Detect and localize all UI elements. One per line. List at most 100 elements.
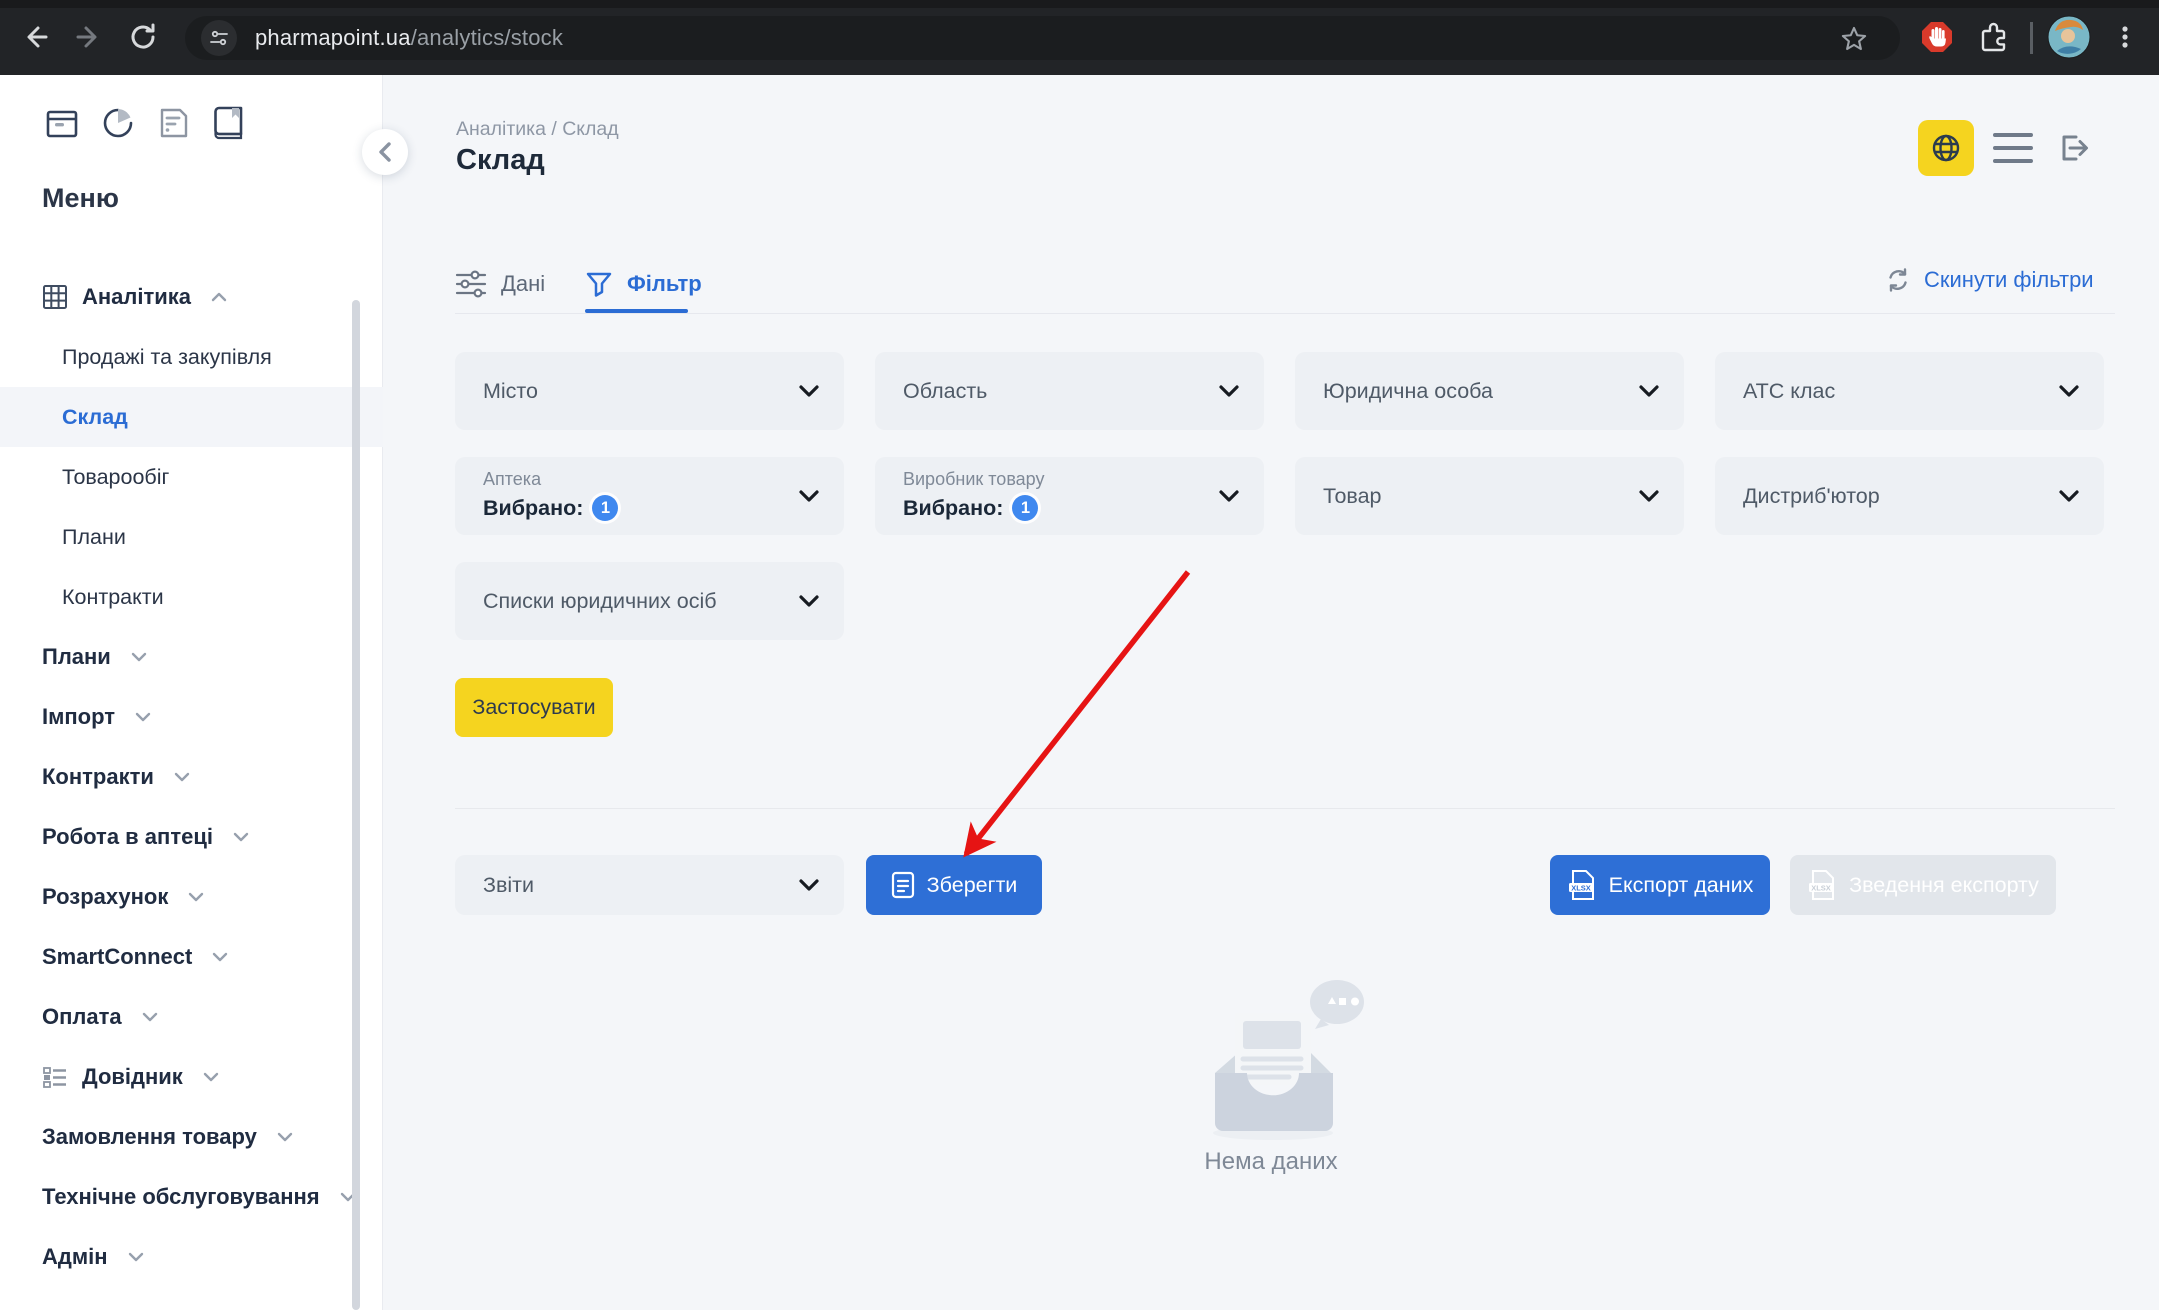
selected-count-badge: 1 [592,495,618,521]
empty-state-message: Нема даних [1151,1148,1391,1176]
browser-menu-kebab-icon[interactable] [2102,14,2148,60]
logout-icon[interactable] [2052,128,2092,168]
chevron-down-icon [212,952,228,962]
sidebar-group-contracts[interactable]: Контракти [0,747,383,807]
filter-dropdown-legal-entity[interactable]: Юридична особа [1295,352,1684,430]
chevron-down-icon [277,1132,293,1142]
chevron-down-icon [128,1252,144,1262]
extensions-puzzle-icon[interactable] [1970,14,2016,60]
sidebar-item-contracts-sub[interactable]: Контракти [0,567,383,627]
chevron-down-icon [1638,384,1660,398]
sidebar-item-label: Аналітика [82,284,191,310]
app-window: pharmapoint.ua/analytics/stock Меню [0,0,2159,1310]
selected-count-badge: 1 [1012,495,1038,521]
document-icon [891,871,915,899]
sidebar-item-plans-sub[interactable]: Плани [0,507,383,567]
chevron-down-icon [131,652,147,662]
export-button-label: Експорт даних [1609,873,1754,898]
sidebar-shortcut-icons [42,103,250,143]
browser-top-strip [0,0,2159,8]
filter-dropdown-region[interactable]: Область [875,352,1264,430]
archive-box-icon[interactable] [42,103,82,143]
sidebar-group-maintenance[interactable]: Технічне обслуговування [0,1167,383,1227]
chevron-down-icon [233,832,249,842]
save-button[interactable]: Зберегти [866,855,1042,915]
breadcrumb: Аналітика / Склад [456,118,619,141]
chevron-down-icon [174,772,190,782]
sidebar-group-import[interactable]: Імпорт [0,687,383,747]
filter-dropdown-legal-entity-lists[interactable]: Списки юридичних осіб [455,562,844,640]
browser-forward-icon[interactable] [66,14,112,60]
refresh-icon [1884,266,1912,294]
url-text: pharmapoint.ua/analytics/stock [255,25,563,51]
export-summary-button: XLSX Зведення експорту [1790,855,2056,915]
adblock-extension-icon[interactable] [1914,14,1960,60]
language-globe-button[interactable] [1918,120,1974,176]
sidebar-scrollbar[interactable] [352,300,360,1310]
chevron-down-icon [798,384,820,398]
menu-title: Меню [42,183,119,214]
globe-icon [1930,132,1962,164]
pie-chart-icon[interactable] [98,103,138,143]
svg-text:XLSX: XLSX [1571,883,1591,892]
filter-dropdown-atc-class[interactable]: АТС клас [1715,352,2104,430]
svg-text:XLSX: XLSX [1811,883,1831,892]
filter-dropdown-manufacturer[interactable]: Виробник товару Вибрано:1 [875,457,1264,535]
filter-dropdown-distributor[interactable]: Дистриб'ютор [1715,457,2104,535]
chevron-down-icon [135,712,151,722]
chevron-down-icon [1218,489,1240,503]
list-icon [42,1066,68,1088]
filter-funnel-icon [585,270,613,298]
sidebar-group-directory[interactable]: Довідник [0,1047,383,1107]
sidebar: Меню Аналітика Продажі та закупівля Скла… [0,75,383,1310]
tab-data-label: Дані [501,271,545,297]
chevron-left-icon [376,141,394,163]
profile-avatar[interactable] [2046,14,2092,60]
sidebar-collapse-button[interactable] [362,129,408,175]
filter-dropdown-pharmacy[interactable]: Аптека Вибрано:1 [455,457,844,535]
tab-data[interactable]: Дані [455,262,545,306]
selected-label: Вибрано: [483,496,583,521]
browser-back-icon[interactable] [12,14,58,60]
sidebar-item-stock[interactable]: Склад [0,387,383,447]
reports-dropdown[interactable]: Звіти [455,855,844,915]
sidebar-group-smartconnect[interactable]: SmartConnect [0,927,383,987]
browser-toolbar: pharmapoint.ua/analytics/stock [0,0,2159,75]
menu-list: Аналітика Продажі та закупівля Склад Тов… [0,267,383,1287]
tabs-divider [455,313,2115,314]
filter-dropdown-city[interactable]: Місто [455,352,844,430]
sidebar-group-admin[interactable]: Адмін [0,1227,383,1287]
sidebar-group-pharmacy-work[interactable]: Робота в аптеці [0,807,383,867]
save-button-label: Зберегти [927,873,1018,898]
sidebar-item-analytics[interactable]: Аналітика [0,267,383,327]
sidebar-group-payment[interactable]: Оплата [0,987,383,1047]
sidebar-group-calculation[interactable]: Розрахунок [0,867,383,927]
sidebar-group-plans[interactable]: Плани [0,627,383,687]
annotation-arrow [930,552,1220,882]
xlsx-file-icon: XLSX [1807,869,1837,901]
bookmark-star-icon[interactable] [1836,21,1872,57]
export-data-button[interactable]: XLSX Експорт даних [1550,855,1770,915]
document-icon[interactable] [154,103,194,143]
chevron-down-icon [2058,384,2080,398]
toolbar-separator [2030,22,2033,54]
reset-filters-link[interactable]: Скинути фільтри [1884,266,2094,294]
filter-dropdown-product[interactable]: Товар [1295,457,1684,535]
chevron-down-icon [1218,384,1240,398]
sidebar-group-goods-order[interactable]: Замовлення товару [0,1107,383,1167]
tab-filter[interactable]: Фільтр [585,262,702,306]
browser-reload-icon[interactable] [120,14,166,60]
content-divider [455,808,2115,809]
tab-filter-label: Фільтр [627,271,702,297]
site-info-icon[interactable] [201,20,237,56]
address-bar[interactable]: pharmapoint.ua/analytics/stock [185,16,1900,60]
hamburger-menu-icon[interactable] [1993,131,2033,165]
chevron-down-icon [142,1012,158,1022]
book-icon[interactable] [210,103,250,143]
sidebar-item-sales-purchases[interactable]: Продажі та закупівля [0,327,383,387]
apply-button[interactable]: Застосувати [455,678,613,737]
sidebar-item-turnover[interactable]: Товарообіг [0,447,383,507]
chevron-down-icon [798,594,820,608]
chevron-down-icon [798,489,820,503]
empty-state-illustration [1185,975,1385,1145]
